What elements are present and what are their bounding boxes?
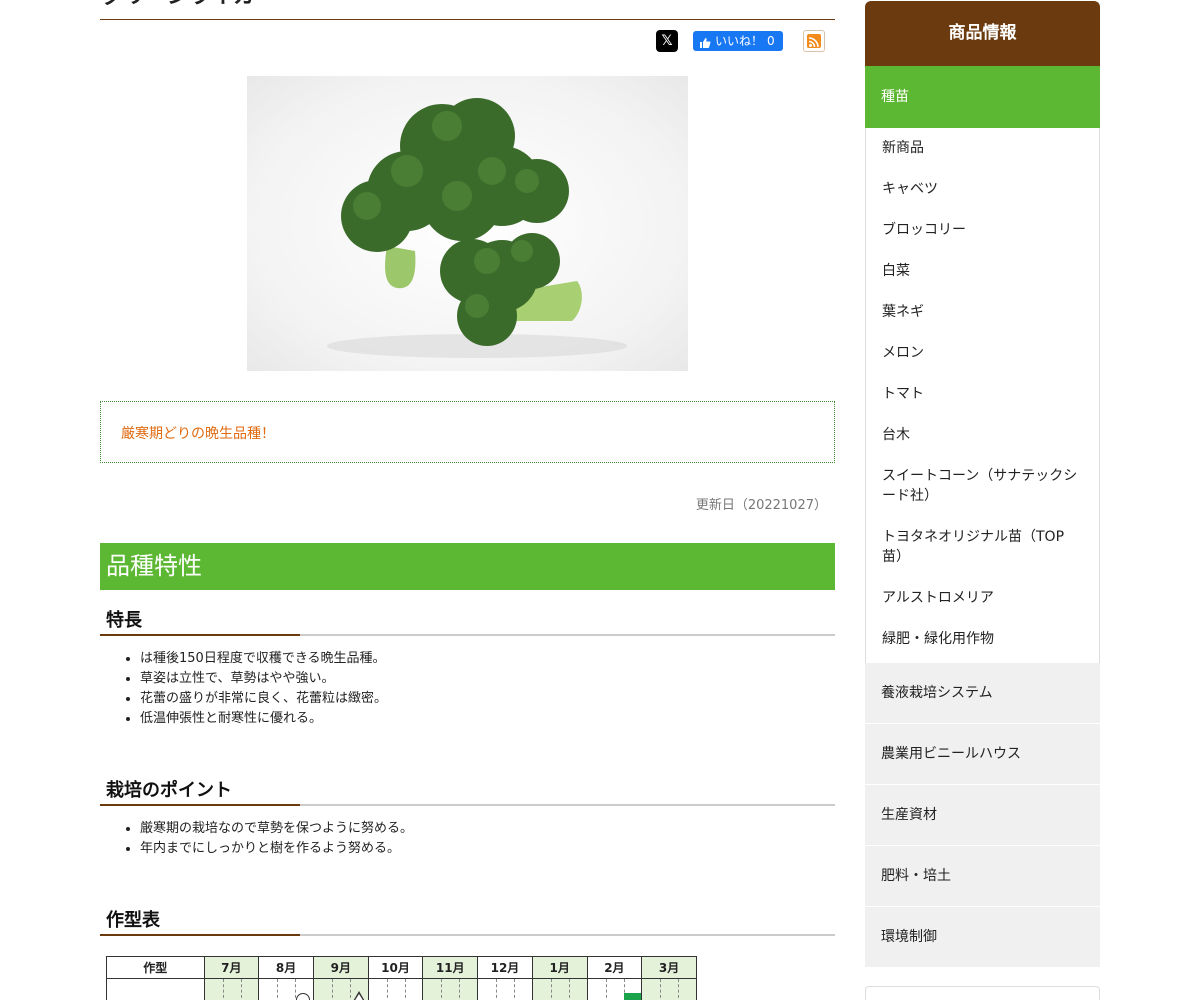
sidebar-item-top-seedlings[interactable]: トヨタネオリジナル苗（TOP苗） bbox=[866, 527, 1099, 567]
points-heading-bar: 栽培のポイント bbox=[100, 776, 835, 806]
list-item: 年内までにしっかりと樹を作るよう努める。 bbox=[140, 839, 413, 859]
main-content: グリーンライカ 𝕏 いいね！ 0 bbox=[100, 0, 835, 1000]
sowing-mark bbox=[296, 993, 311, 1000]
heading-underline bbox=[100, 634, 300, 636]
heading-underline bbox=[100, 804, 300, 806]
updated-date: 更新日（20221027） bbox=[695, 498, 827, 513]
list-item: 低温伸張性と耐寒性に優れる。 bbox=[140, 709, 387, 729]
sidebar-item-tomato[interactable]: トマト bbox=[866, 384, 1099, 404]
sidebar-category-environment-control[interactable]: 環境制御 bbox=[865, 907, 1100, 968]
cropping-calendar: 作型 7月 8月 9月 10月 11月 12月 1月 2月 3月 bbox=[106, 956, 697, 1000]
calendar-month: 9月 bbox=[312, 957, 368, 978]
list-item: 厳寒期の栽培なので草勢を保つように努める。 bbox=[140, 819, 413, 839]
sidebar-category-hydroponics[interactable]: 養液栽培システム bbox=[865, 663, 1100, 724]
list-item: 花蕾の盛りが非常に良く、花蕾粒は緻密。 bbox=[140, 689, 387, 709]
sidebar-category-materials[interactable]: 生産資材 bbox=[865, 785, 1100, 846]
facebook-like-button[interactable]: いいね！ 0 bbox=[693, 31, 783, 51]
calendar-header: 作型 7月 8月 9月 10月 11月 12月 1月 2月 3月 bbox=[107, 957, 696, 979]
features-heading: 特長 bbox=[106, 610, 142, 631]
sidebar-title: 商品情報 bbox=[865, 1, 1100, 66]
calendar-month: 7月 bbox=[203, 957, 259, 978]
calendar-row bbox=[107, 979, 696, 1000]
thumbs-up-icon bbox=[699, 35, 711, 48]
planting-mark bbox=[351, 991, 366, 1000]
calendar-month: 12月 bbox=[477, 957, 532, 978]
calendar-month: 8月 bbox=[258, 957, 313, 978]
x-logo-icon: 𝕏 bbox=[661, 33, 673, 49]
points-list: 厳寒期の栽培なので草勢を保つように努める。 年内までにしっかりと樹を作るよう努め… bbox=[140, 819, 413, 859]
sidebar-item-chinese-cabbage[interactable]: 白菜 bbox=[866, 261, 1099, 281]
sidebar-item-green-onion[interactable]: 葉ネギ bbox=[866, 302, 1099, 322]
rss-button[interactable] bbox=[803, 30, 825, 52]
sidebar-item-new[interactable]: 新商品 bbox=[866, 138, 1099, 158]
sidebar-item-cabbage[interactable]: キャベツ bbox=[866, 179, 1099, 199]
sidebar-next-box bbox=[865, 986, 1100, 1000]
features-heading-bar: 特長 bbox=[100, 606, 835, 636]
rss-icon bbox=[807, 34, 821, 48]
calendar-first-col: 作型 bbox=[107, 957, 204, 978]
section-title: 品種特性 bbox=[100, 543, 835, 590]
schedule-heading: 作型表 bbox=[106, 910, 160, 931]
calendar-month: 1月 bbox=[531, 957, 587, 978]
x-share-button[interactable]: 𝕏 bbox=[656, 30, 678, 52]
sidebar-item-alstroemeria[interactable]: アルストロメリア bbox=[866, 588, 1099, 608]
facebook-like-count: 0 bbox=[767, 34, 775, 48]
product-photo bbox=[247, 76, 688, 371]
page-title: グリーンライカ bbox=[102, 0, 255, 10]
sidebar: 商品情報 種苗 新商品 キャベツ ブロッコリー 白菜 葉ネギ メロン トマト 台… bbox=[865, 1, 1100, 968]
calendar-month: 2月 bbox=[586, 957, 642, 978]
calendar-month: 3月 bbox=[641, 957, 696, 978]
sidebar-item-broccoli[interactable]: ブロッコリー bbox=[866, 220, 1099, 240]
sidebar-category-seeds[interactable]: 種苗 bbox=[865, 66, 1100, 128]
sidebar-category-greenhouse[interactable]: 農業用ビニールハウス bbox=[865, 724, 1100, 785]
calendar-row-label bbox=[107, 979, 204, 1000]
list-item: は種後150日程度で収穫できる晩生品種。 bbox=[140, 649, 387, 669]
catch-copy-box: 厳寒期どりの晩生品種！ bbox=[100, 401, 835, 463]
catch-copy-text: 厳寒期どりの晩生品種！ bbox=[121, 426, 275, 442]
schedule-heading-bar: 作型表 bbox=[100, 906, 835, 936]
sidebar-category-fertilizer[interactable]: 肥料・培土 bbox=[865, 846, 1100, 907]
broccoli-image bbox=[327, 98, 627, 358]
calendar-month: 10月 bbox=[367, 957, 423, 978]
sidebar-item-melon[interactable]: メロン bbox=[866, 343, 1099, 363]
calendar-month: 11月 bbox=[422, 957, 478, 978]
sidebar-subcategory-list: 新商品 キャベツ ブロッコリー 白菜 葉ネギ メロン トマト 台木 スイートコー… bbox=[865, 128, 1100, 663]
sidebar-item-sweet-corn[interactable]: スイートコーン（サナテックシード社） bbox=[866, 466, 1099, 506]
points-heading: 栽培のポイント bbox=[106, 780, 232, 801]
heading-underline bbox=[100, 934, 300, 936]
features-list: は種後150日程度で収穫できる晩生品種。 草姿は立性で、草勢はやや強い。 花蕾の… bbox=[140, 649, 387, 729]
sidebar-item-rootstock[interactable]: 台木 bbox=[866, 425, 1099, 445]
list-item: 草姿は立性で、草勢はやや強い。 bbox=[140, 669, 387, 689]
page-title-bar: グリーンライカ bbox=[100, 0, 835, 20]
facebook-like-label: いいね！ bbox=[715, 34, 764, 48]
sidebar-item-green-manure[interactable]: 緑肥・緑化用作物 bbox=[866, 629, 1099, 649]
